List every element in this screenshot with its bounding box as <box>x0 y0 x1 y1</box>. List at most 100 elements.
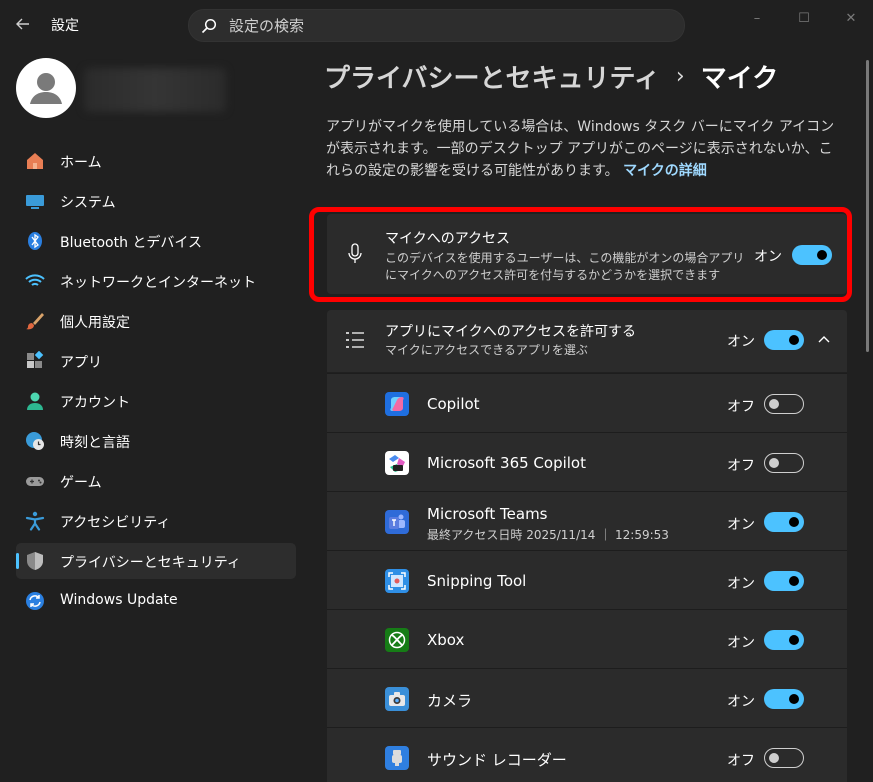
sidebar-item-privacy-security[interactable]: プライバシーとセキュリティ <box>16 543 296 579</box>
breadcrumb: プライバシーとセキュリティ › マイク <box>324 58 778 95</box>
app-row-m365-copilot: Microsoft 365 Copilot オフ <box>327 432 847 491</box>
apps-access-title: アプリにマイクへのアクセスを許可する <box>385 324 637 340</box>
app-toggle[interactable] <box>764 453 804 473</box>
app-title: 設定 <box>51 18 79 34</box>
sidebar-item-apps[interactable]: アプリ <box>16 343 296 379</box>
app-row-copilot: Copilot オフ <box>327 373 847 432</box>
bluetooth-icon <box>25 231 45 251</box>
app-name: Microsoft Teams <box>427 505 548 523</box>
sidebar-item-label: アクセシビリティ <box>60 515 171 531</box>
sidebar-item-label: 時刻と言語 <box>60 435 130 451</box>
scrollbar[interactable] <box>866 60 869 352</box>
apps-access-state: オン <box>727 334 755 350</box>
update-icon <box>25 591 45 611</box>
sidebar-item-accounts[interactable]: アカウント <box>16 383 296 419</box>
apps-access-subtitle: マイクにアクセスできるアプリを選ぶ <box>385 343 588 357</box>
home-icon <box>25 151 45 171</box>
search-input[interactable] <box>229 10 669 41</box>
app-state: オン <box>727 635 755 651</box>
time-language-icon <box>25 431 45 451</box>
sidebar-item-accessibility[interactable]: アクセシビリティ <box>16 503 296 539</box>
system-icon <box>25 191 45 211</box>
sidebar-item-network[interactable]: ネットワークとインターネット <box>16 263 296 299</box>
sidebar-item-personalization[interactable]: 個人用設定 <box>16 303 296 339</box>
apps-access-toggle[interactable] <box>764 330 804 350</box>
user-icon <box>30 73 62 104</box>
sidebar-item-label: アプリ <box>60 355 102 371</box>
sidebar-item-label: Windows Update <box>60 592 178 608</box>
breadcrumb-parent[interactable]: プライバシーとセキュリティ <box>324 58 660 95</box>
app-name: Microsoft 365 Copilot <box>427 454 586 472</box>
app-name: Snipping Tool <box>427 572 527 590</box>
wifi-icon <box>25 271 45 291</box>
app-state: オフ <box>727 399 755 415</box>
app-state: オン <box>727 576 755 592</box>
app-name: カメラ <box>427 692 473 710</box>
sound-recorder-icon <box>385 746 409 770</box>
m365-copilot-icon <box>385 451 409 475</box>
sidebar-item-bluetooth[interactable]: Bluetooth とデバイス <box>16 223 296 259</box>
app-state: オフ <box>727 458 755 474</box>
app-toggle[interactable] <box>764 748 804 768</box>
app-toggle[interactable] <box>764 512 804 532</box>
sidebar-item-time-language[interactable]: 時刻と言語 <box>16 423 296 459</box>
app-toggle[interactable] <box>764 571 804 591</box>
close-button[interactable]: ✕ <box>837 6 865 30</box>
app-state: オン <box>727 694 755 710</box>
page-description: アプリがマイクを使用している場合は、Windows タスク バーにマイク アイコ… <box>326 116 846 182</box>
xbox-icon <box>385 628 409 652</box>
apps-access-header[interactable]: アプリにマイクへのアクセスを許可する マイクにアクセスできるアプリを選ぶ オン <box>327 310 847 372</box>
app-state: オン <box>727 517 755 533</box>
highlight-box <box>309 207 852 302</box>
app-toggle[interactable] <box>764 689 804 709</box>
app-row-camera: カメラ オン <box>327 668 847 727</box>
app-state: オフ <box>727 753 755 769</box>
app-row-sound-recorder: サウンド レコーダー オフ <box>327 727 847 782</box>
sidebar-item-label: ゲーム <box>60 475 102 491</box>
app-toggle[interactable] <box>764 394 804 414</box>
snipping-tool-icon <box>385 569 409 593</box>
app-row-snipping-tool: Snipping Tool オン <box>327 550 847 609</box>
description-text: アプリがマイクを使用している場合は、Windows タスク バーにマイク アイコ… <box>326 119 835 179</box>
chevron-up-icon[interactable] <box>817 331 831 350</box>
copilot-icon <box>385 392 409 416</box>
account-icon <box>25 391 45 411</box>
gamepad-icon <box>25 471 45 491</box>
brush-icon <box>25 311 45 331</box>
app-toggle[interactable] <box>764 630 804 650</box>
sidebar-item-windows-update[interactable]: Windows Update <box>16 583 296 619</box>
shield-icon <box>25 551 45 571</box>
title-bar: 設定 – ☐ ✕ <box>0 0 873 48</box>
back-arrow-icon <box>16 18 29 30</box>
search-box[interactable] <box>188 9 685 42</box>
app-last-access: 最終アクセス日時 2025/11/14 ｜ 12:59:53 <box>427 528 669 542</box>
app-row-xbox: Xbox オン <box>327 609 847 668</box>
back-button[interactable] <box>8 10 38 38</box>
apps-icon <box>25 351 45 371</box>
sidebar-item-label: ホーム <box>60 155 102 171</box>
maximize-button[interactable]: ☐ <box>790 6 818 30</box>
sidebar-item-system[interactable]: システム <box>16 183 296 219</box>
sidebar-item-label: ネットワークとインターネット <box>60 275 256 291</box>
sidebar-item-home[interactable]: ホーム <box>16 143 296 179</box>
sidebar-item-label: システム <box>60 195 116 211</box>
search-icon <box>201 18 217 34</box>
avatar[interactable] <box>16 58 76 118</box>
app-row-teams: Microsoft Teams 最終アクセス日時 2025/11/14 ｜ 12… <box>327 491 847 550</box>
minimize-button[interactable]: – <box>743 6 771 30</box>
list-icon <box>344 329 366 351</box>
teams-icon <box>385 510 409 534</box>
camera-icon <box>385 687 409 711</box>
page-title: マイク <box>700 64 779 94</box>
breadcrumb-separator: › <box>675 64 685 89</box>
sidebar-item-label: Bluetooth とデバイス <box>60 235 202 251</box>
mic-details-link[interactable]: マイクの詳細 <box>623 163 707 179</box>
sidebar-item-label: 個人用設定 <box>60 315 130 331</box>
sidebar-item-label: プライバシーとセキュリティ <box>60 555 241 571</box>
sidebar-item-label: アカウント <box>60 395 130 411</box>
sidebar-item-gaming[interactable]: ゲーム <box>16 463 296 499</box>
sidebar-nav: ホーム システム Bluetooth とデバイス ネットワークとインターネット … <box>16 143 296 623</box>
accessibility-icon <box>25 511 45 531</box>
app-name: Copilot <box>427 395 480 413</box>
app-name: サウンド レコーダー <box>427 751 567 769</box>
